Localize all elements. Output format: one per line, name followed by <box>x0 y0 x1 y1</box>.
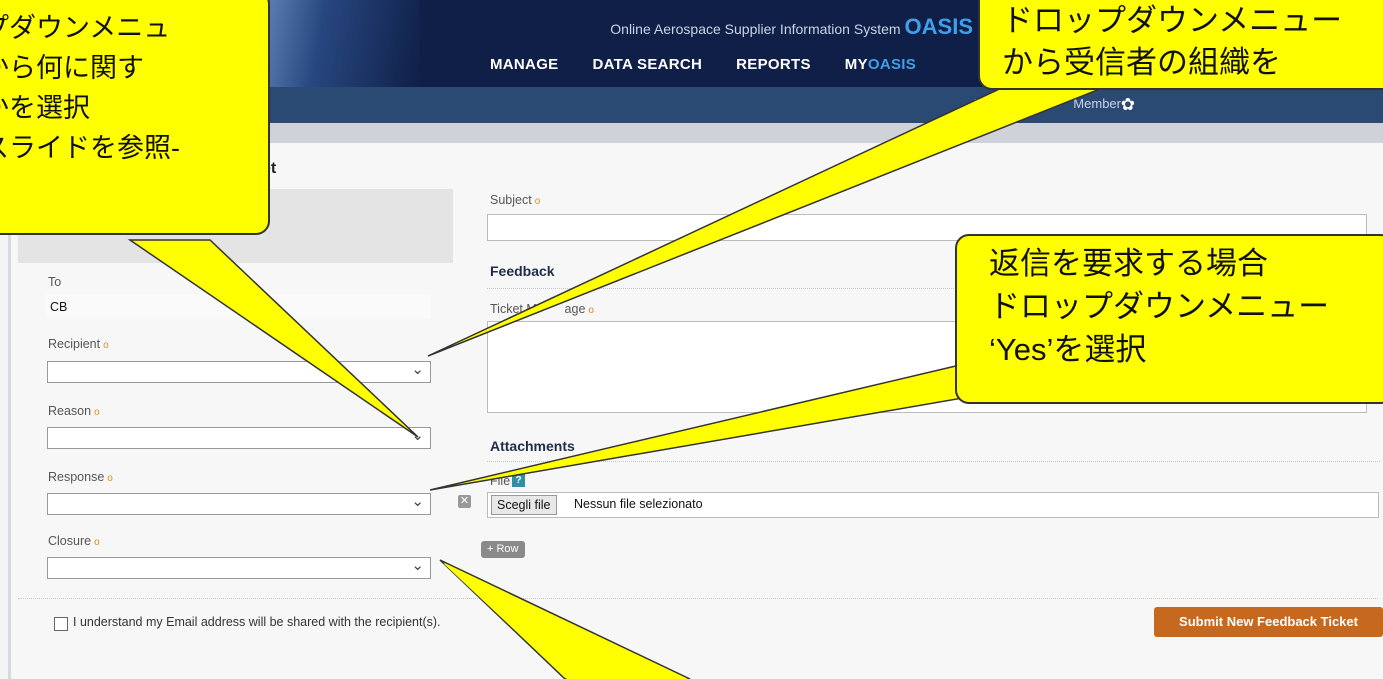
callout-recipient: ドロップダウンメニュー から受信者の組織を <box>978 0 1383 90</box>
callout-response-line3: ‘Yes’を選択 <box>989 332 1147 367</box>
callout-reason-line4: スライドを参照- <box>0 133 180 163</box>
pointer-left <box>127 239 419 438</box>
callout-reason-line1: プダウンメニュ <box>0 13 171 43</box>
callout-reason-line2: から何に関す <box>0 53 144 83</box>
pointer-right <box>429 364 982 491</box>
callout-reason-line3: かを選択 <box>0 93 90 123</box>
callout-reason: プダウンメニュ から何に関す かを選択 スライドを参照- <box>0 0 270 235</box>
callout-response-line2: ドロップダウンメニュー <box>989 289 1330 324</box>
callout-response: 返信を要求する場合 ドロップダウンメニュー ‘Yes’を選択 <box>955 234 1383 404</box>
callout-response-line1: 返信を要求する場合 <box>989 246 1268 281</box>
callout-recipient-line2: から受信者の組織を <box>1002 45 1281 80</box>
callout-recipient-line1: ドロップダウンメニュー <box>1002 3 1343 38</box>
